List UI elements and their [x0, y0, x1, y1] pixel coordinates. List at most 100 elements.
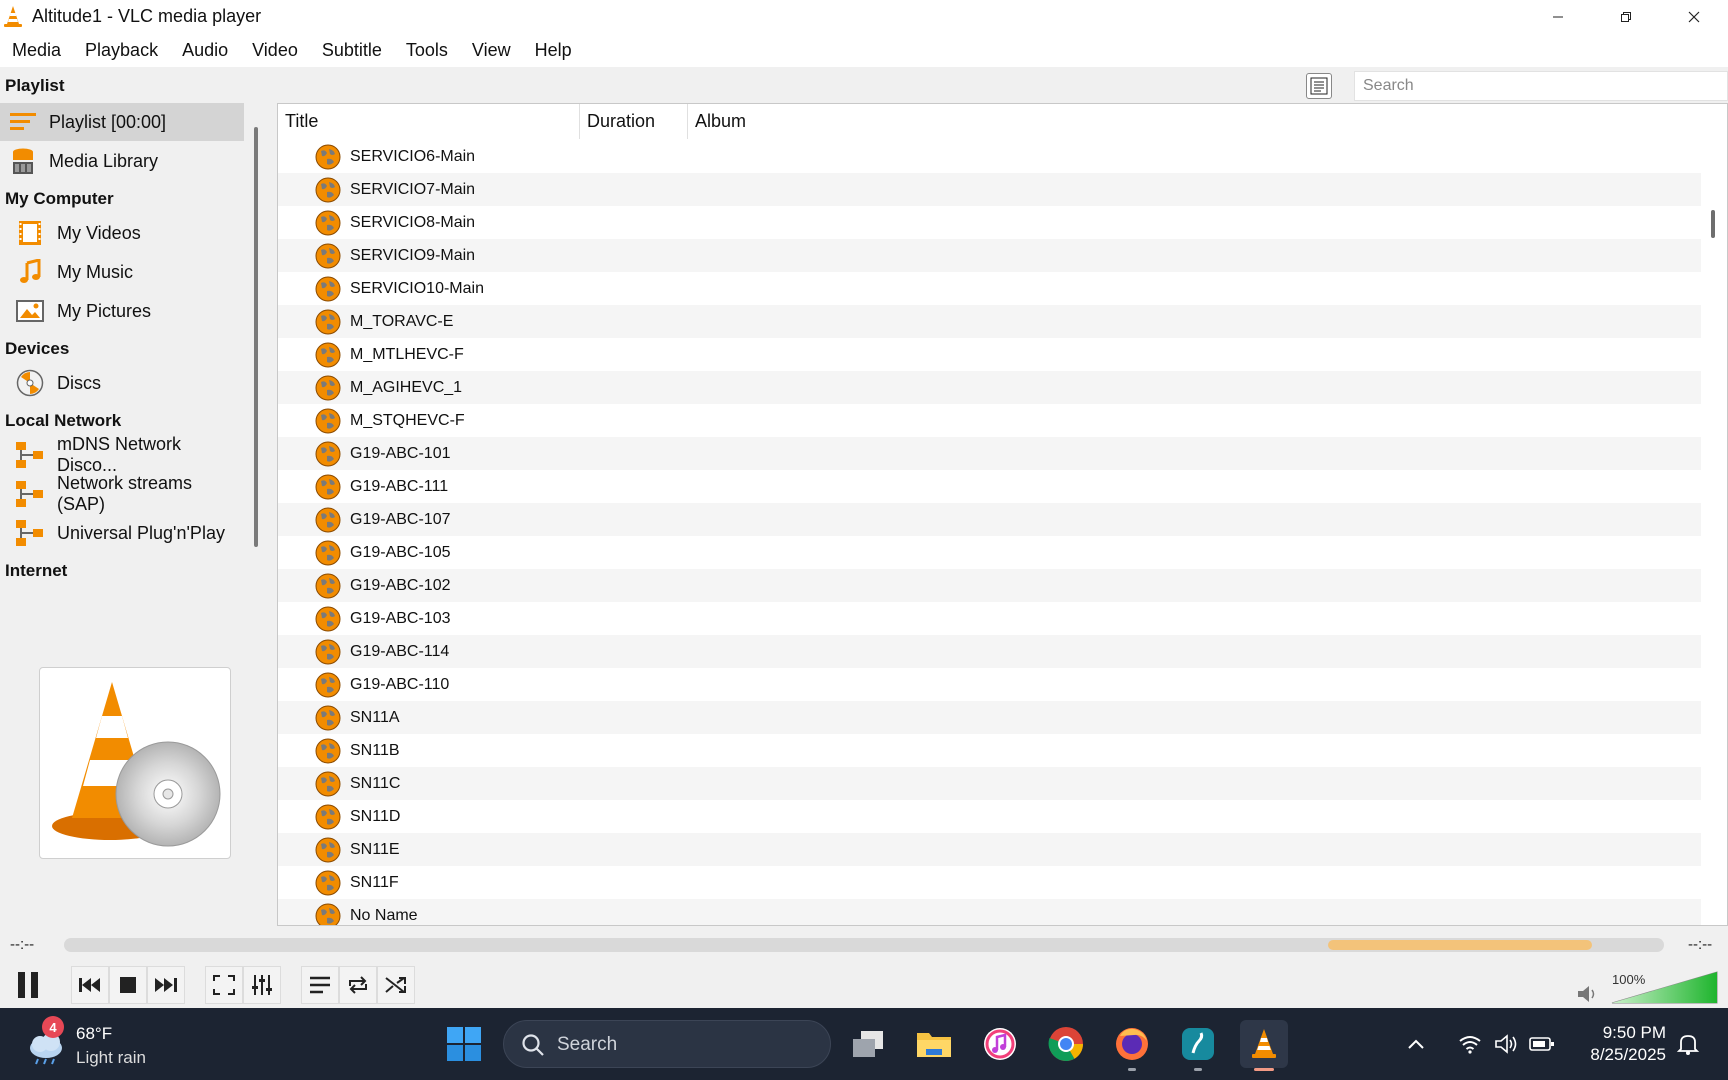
playlist-row[interactable]: G19-ABC-102	[278, 569, 1702, 602]
playlist-row[interactable]: No Name	[278, 899, 1702, 925]
playlist-row[interactable]: SN11B	[278, 734, 1702, 767]
shuffle-icon	[385, 977, 406, 993]
taskbar: 4 68°F Light rain Search 9:50 PM 8/25/20…	[0, 1008, 1728, 1080]
playlist-row[interactable]: G19-ABC-111	[278, 470, 1702, 503]
sidebar-item-my-videos[interactable]: My Videos	[0, 214, 244, 252]
globe-icon	[315, 177, 341, 202]
playlist-toggle-icon	[310, 976, 330, 994]
itunes-button[interactable]	[976, 1020, 1024, 1068]
playlist-search-input[interactable]	[1354, 71, 1728, 101]
sidebar-item-media-library[interactable]: Media Library	[0, 142, 244, 180]
sidebar-item-playlist[interactable]: Playlist [00:00]	[0, 103, 244, 141]
menu-tools[interactable]: Tools	[406, 40, 448, 61]
playlist-row[interactable]: SN11F	[278, 866, 1702, 899]
firefox-button[interactable]	[1108, 1020, 1156, 1071]
menu-view[interactable]: View	[472, 40, 511, 61]
playlist-row[interactable]: SN11E	[278, 833, 1702, 866]
section-my-computer: My Computer	[5, 189, 114, 208]
playlist-row[interactable]: SERVICIO6-Main	[278, 140, 1702, 173]
volume-slider[interactable]	[1610, 970, 1720, 1006]
seek-buffer	[1328, 940, 1592, 950]
playlist-view-button[interactable]	[1306, 73, 1332, 99]
sidebar-item-my-music[interactable]: My Music	[0, 253, 244, 291]
menu-playback[interactable]: Playback	[85, 40, 158, 61]
sidebar-item-mdns[interactable]: mDNS Network Disco...	[0, 434, 244, 475]
surfshark-button[interactable]	[1174, 1020, 1222, 1071]
playlist-row[interactable]: G19-ABC-101	[278, 437, 1702, 470]
playlist-row[interactable]: M_MTLHEVC-F	[278, 338, 1702, 371]
playlist-row[interactable]: G19-ABC-103	[278, 602, 1702, 635]
start-button[interactable]	[440, 1020, 488, 1068]
playlist-row[interactable]: SN11D	[278, 800, 1702, 833]
firefox-icon	[1116, 1028, 1148, 1060]
playlist-row[interactable]: SERVICIO10-Main	[278, 272, 1702, 305]
sidebar-item-label: My Music	[57, 261, 133, 282]
menu-audio[interactable]: Audio	[182, 40, 228, 61]
seek-slider[interactable]	[64, 938, 1664, 952]
file-explorer-button[interactable]	[910, 1020, 958, 1068]
row-title: SN11E	[350, 840, 400, 858]
playlist-row[interactable]: M_STQHEVC-F	[278, 404, 1702, 437]
toggle-playlist-button[interactable]	[301, 966, 339, 1004]
fullscreen-button[interactable]	[205, 966, 243, 1004]
menu-bar: Media Playback Audio Video Subtitle Tool…	[0, 33, 1728, 67]
vlc-taskbar-button[interactable]	[1240, 1020, 1288, 1071]
playlist-row[interactable]: SERVICIO9-Main	[278, 239, 1702, 272]
playlist-row[interactable]: G19-ABC-114	[278, 635, 1702, 668]
taskbar-search[interactable]: Search	[503, 1020, 831, 1068]
playlist-scrollbar[interactable]	[1701, 104, 1727, 925]
task-view-button[interactable]	[844, 1020, 892, 1068]
playlist-row[interactable]: G19-ABC-110	[278, 668, 1702, 701]
playlist-row[interactable]: M_TORAVC-E	[278, 305, 1702, 338]
globe-icon	[315, 705, 341, 730]
playlist-scroll-thumb[interactable]	[1711, 210, 1715, 238]
menu-help[interactable]: Help	[535, 40, 572, 61]
column-album[interactable]: Album	[688, 104, 988, 139]
loop-button[interactable]	[339, 966, 377, 1004]
menu-subtitle[interactable]: Subtitle	[322, 40, 382, 61]
playlist-row[interactable]: SERVICIO7-Main	[278, 173, 1702, 206]
restore-button[interactable]	[1592, 0, 1660, 33]
wifi-button[interactable]	[1452, 1020, 1488, 1068]
title-bar: Altitude1 - VLC media player	[0, 0, 1728, 33]
globe-icon	[315, 804, 341, 829]
playlist-row[interactable]: SN11C	[278, 767, 1702, 800]
sidebar-item-upnp[interactable]: Universal Plug'n'Play	[0, 514, 244, 552]
notifications-button[interactable]	[1670, 1020, 1706, 1068]
close-button[interactable]	[1660, 0, 1728, 33]
playlist-row[interactable]: SERVICIO8-Main	[278, 206, 1702, 239]
wifi-icon	[1459, 1036, 1481, 1054]
menu-video[interactable]: Video	[252, 40, 298, 61]
sidebar-item-discs[interactable]: Discs	[0, 364, 244, 402]
playlist-row[interactable]: G19-ABC-105	[278, 536, 1702, 569]
chrome-button[interactable]	[1042, 1020, 1090, 1068]
next-button[interactable]	[147, 966, 185, 1004]
playlist-row[interactable]: M_AGIHEVC_1	[278, 371, 1702, 404]
pause-button[interactable]	[9, 966, 47, 1004]
folder-icon	[917, 1033, 951, 1057]
column-duration[interactable]: Duration	[580, 104, 688, 139]
column-title[interactable]: Title	[278, 104, 580, 139]
minimize-button[interactable]	[1524, 0, 1592, 33]
playlist-row[interactable]: G19-ABC-107	[278, 503, 1702, 536]
show-hidden-icons-button[interactable]	[1398, 1020, 1434, 1068]
shuffle-button[interactable]	[377, 966, 415, 1004]
sidebar-item-my-pictures[interactable]: My Pictures	[0, 292, 244, 330]
sidebar-scrollbar[interactable]	[254, 127, 258, 547]
search-icon	[522, 1034, 544, 1056]
playlist-row[interactable]: SN11A	[278, 701, 1702, 734]
sidebar-item-sap[interactable]: Network streams (SAP)	[0, 473, 244, 514]
menu-media[interactable]: Media	[12, 40, 61, 61]
speaker-icon	[1495, 1034, 1517, 1054]
battery-button[interactable]	[1524, 1020, 1560, 1068]
globe-icon	[315, 408, 341, 433]
row-title: G19-ABC-114	[350, 642, 450, 660]
vlc-cone-disc-artwork	[52, 682, 221, 847]
stop-button[interactable]	[109, 966, 147, 1004]
weather-widget[interactable]: 4 68°F Light rain	[20, 1016, 220, 1070]
extended-settings-button[interactable]	[243, 966, 281, 1004]
previous-button[interactable]	[71, 966, 109, 1004]
speaker-icon[interactable]	[1577, 984, 1599, 1004]
volume-tray-button[interactable]	[1488, 1020, 1524, 1068]
clock[interactable]: 9:50 PM 8/25/2025	[1570, 1022, 1666, 1066]
